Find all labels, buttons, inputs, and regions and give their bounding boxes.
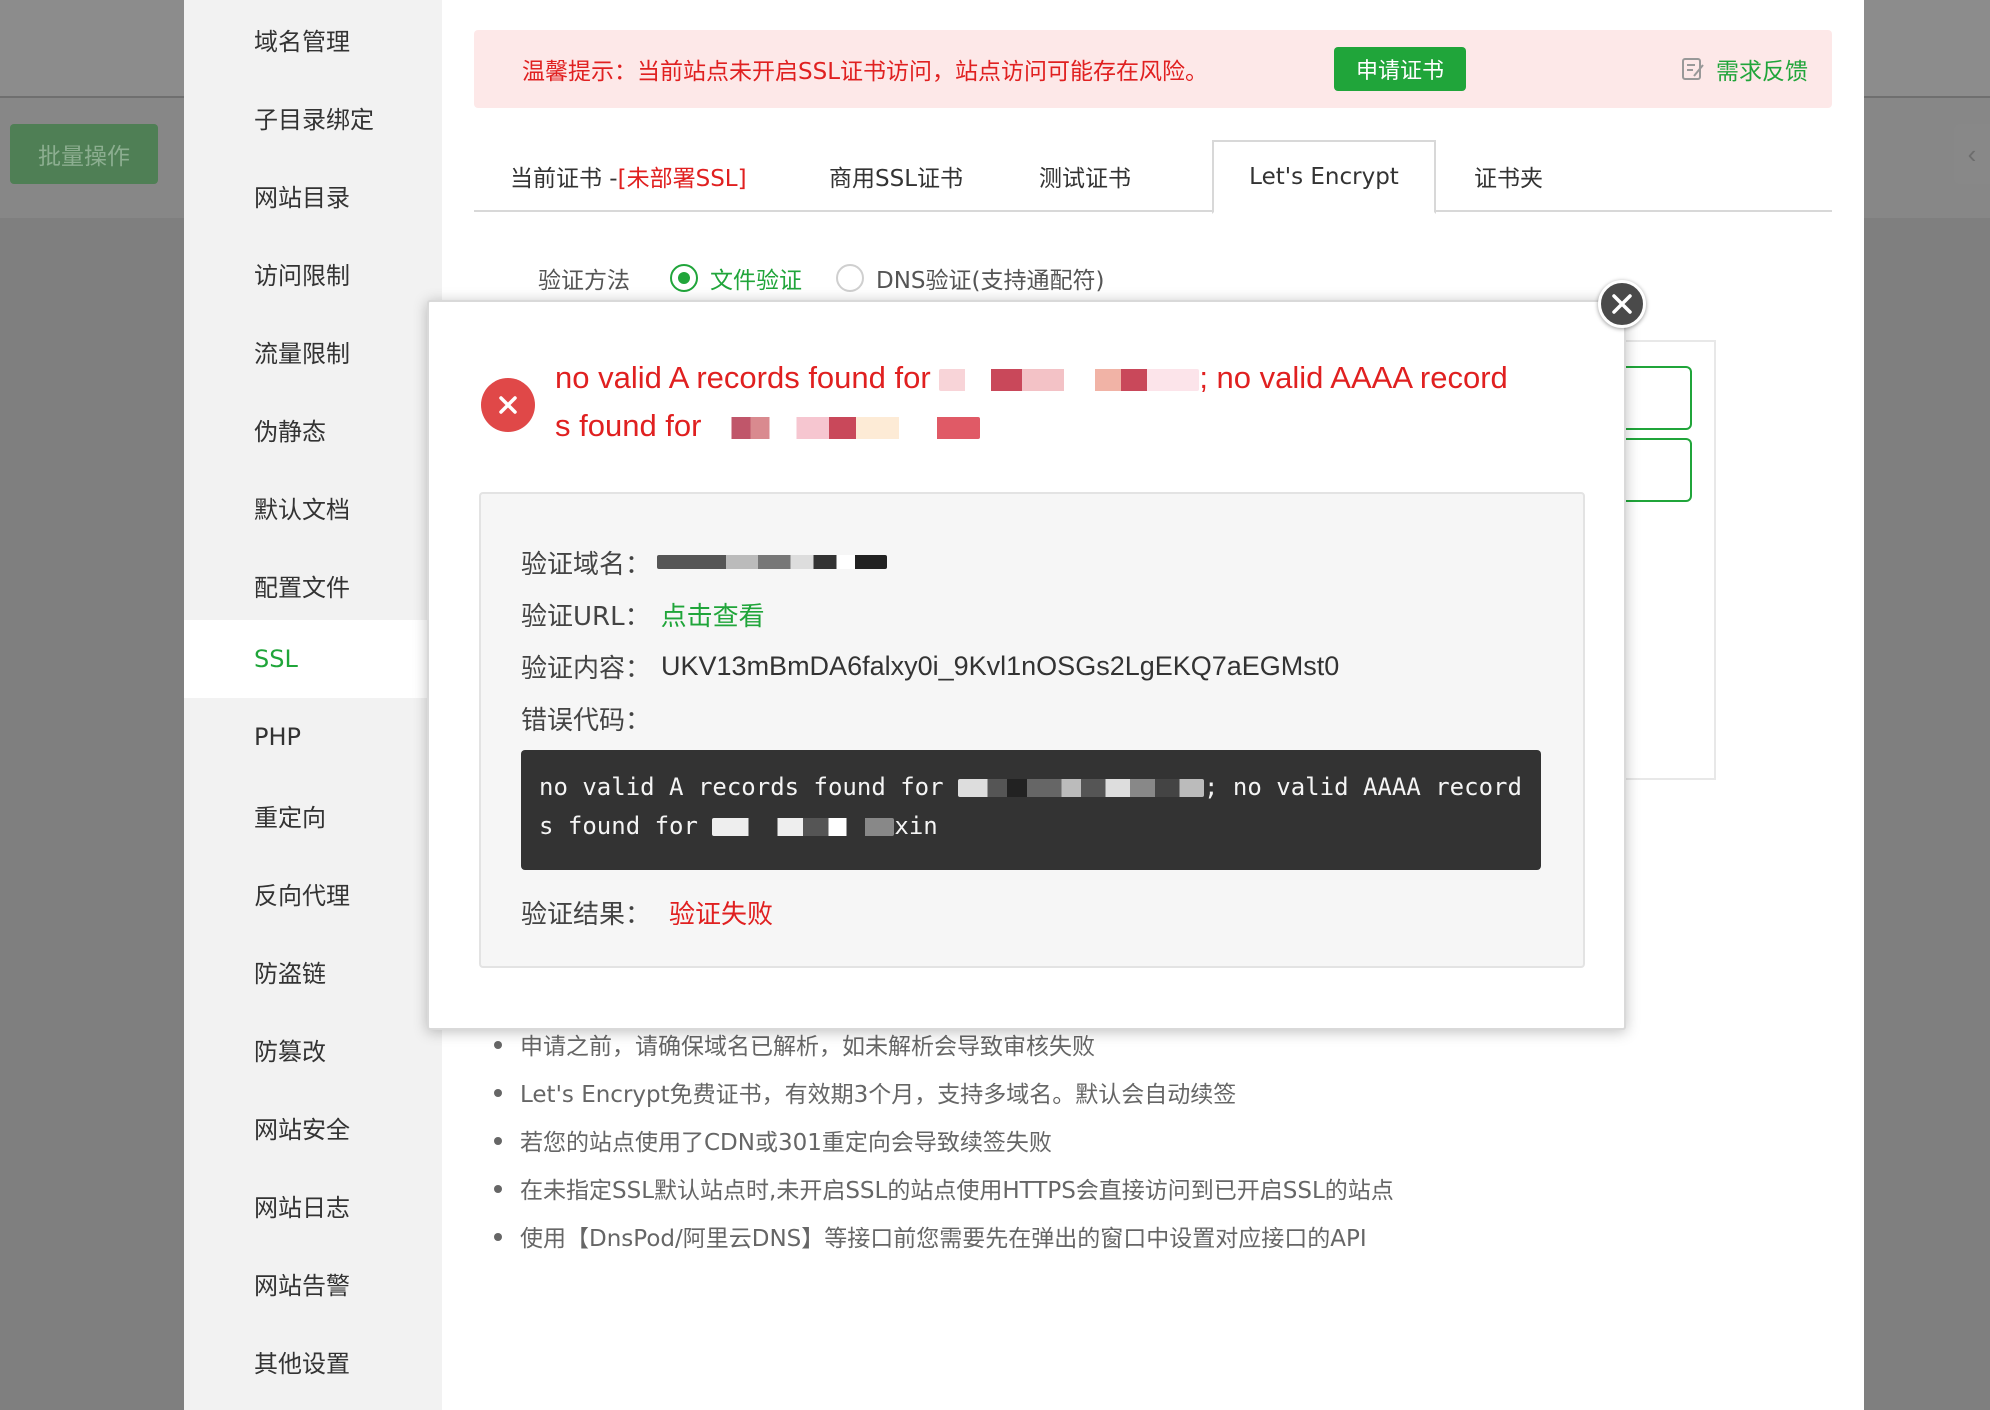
redacted-domain (657, 555, 888, 569)
radio-file-verify[interactable] (670, 264, 698, 292)
redacted-domain (958, 779, 1205, 797)
edit-note-icon (1682, 58, 1704, 80)
tab-commercial-ssl[interactable]: 商用SSL证书 (829, 140, 963, 212)
verify-result-row: 验证结果： 验证失败 (521, 892, 773, 932)
error-code-label-row: 错误代码： (521, 698, 651, 738)
error-code-label: 错误代码： (521, 705, 652, 736)
verify-domain-label: 验证域名： (521, 549, 652, 580)
certificate-tabs: 当前证书 - [未部署SSL] 商用SSL证书 测试证书 Let's Encry… (474, 140, 1832, 214)
tip-item: Let's Encrypt免费证书，有效期3个月，支持多域名。默认会自动续签 (490, 1068, 1790, 1116)
sidebar-item-ssl[interactable]: SSL (184, 620, 442, 698)
sidebar-item-access-limit[interactable]: 访问限制 (184, 234, 442, 312)
verification-detail-box: 验证域名： 验证URL： 点击查看 验证内容： UKV13mBmDA6falxy… (479, 492, 1585, 968)
apply-certificate-button[interactable]: 申请证书 (1334, 47, 1466, 91)
verify-url-label: 验证URL： (521, 601, 651, 632)
tips-list: 申请之前，请确保域名已解析，如未解析会导致审核失败 Let's Encrypt免… (490, 1020, 1790, 1260)
verify-method-label: 验证方法 (538, 268, 630, 294)
verify-result-label: 验证结果： (521, 899, 652, 930)
sidebar-item-php[interactable]: PHP (184, 698, 442, 776)
sidebar-item-alerts[interactable]: 网站告警 (184, 1244, 442, 1322)
sidebar-item-tamper[interactable]: 防篡改 (184, 1010, 442, 1088)
sidebar-item-logs[interactable]: 网站日志 (184, 1166, 442, 1244)
verify-domain-row: 验证域名： (521, 542, 888, 582)
sidebar-item-domain[interactable]: 域名管理 (184, 0, 442, 78)
tab-current-cert-status: [未部署SSL] (617, 166, 747, 192)
sidebar-item-security[interactable]: 网站安全 (184, 1088, 442, 1166)
sidebar-item-hotlink[interactable]: 防盗链 (184, 932, 442, 1010)
sidebar-item-rewrite[interactable]: 伪静态 (184, 390, 442, 468)
tip-item: 若您的站点使用了CDN或301重定向会导致续签失败 (490, 1116, 1790, 1164)
redacted-domain (712, 818, 895, 836)
verify-content-value: UKV13mBmDA6falxy0i_9Kvl1nOSGs2LgEKQ7aEGM… (661, 650, 1340, 681)
radio-dns-verify[interactable] (836, 264, 864, 292)
dns-verify-label[interactable]: DNS验证(支持通配符) (876, 261, 1104, 295)
sidebar-item-other[interactable]: 其他设置 (184, 1322, 442, 1400)
sidebar-item-site-dir[interactable]: 网站目录 (184, 156, 442, 234)
close-icon (1612, 294, 1632, 314)
alert-text: 温馨提示：当前站点未开启SSL证书访问，站点访问可能存在风险。 (522, 59, 1209, 85)
tab-cert-folder[interactable]: 证书夹 (1474, 140, 1543, 212)
feedback-link[interactable]: 需求反馈 (1680, 30, 1808, 108)
sidebar-item-reverse-proxy[interactable]: 反向代理 (184, 854, 442, 932)
verify-content-row: 验证内容： UKV13mBmDA6falxy0i_9Kvl1nOSGs2LgEK… (521, 646, 1339, 686)
sidebar-item-traffic-limit[interactable]: 流量限制 (184, 312, 442, 390)
sidebar-item-default-doc[interactable]: 默认文档 (184, 468, 442, 546)
verification-error-dialog: no valid A records found for ; no valid … (427, 300, 1626, 1030)
collapse-arrow-icon[interactable]: ‹ (1954, 124, 1990, 184)
sidebar-item-redirect[interactable]: 重定向 (184, 776, 442, 854)
tip-item: 在未指定SSL默认站点时,未开启SSL的站点使用HTTPS会直接访问到已开启SS… (490, 1164, 1790, 1212)
verify-content-label: 验证内容： (521, 653, 652, 684)
view-url-link[interactable]: 点击查看 (661, 596, 765, 633)
file-verify-label[interactable]: 文件验证 (710, 261, 802, 295)
error-code-block: no valid A records found for ; no valid … (521, 750, 1541, 870)
error-icon (481, 378, 535, 432)
feedback-label: 需求反馈 (1716, 59, 1808, 85)
tip-item: 使用【DnsPod/阿里云DNS】等接口前您需要先在弹出的窗口中设置对应接口的A… (490, 1212, 1790, 1260)
error-message: no valid A records found for ; no valid … (555, 360, 1508, 443)
verify-url-row: 验证URL： 点击查看 (521, 594, 765, 634)
verify-method-row: 验证方法 文件验证 DNS验证(支持通配符) (538, 258, 1104, 298)
ssl-warning-alert: 温馨提示：当前站点未开启SSL证书访问，站点访问可能存在风险。 申请证书 需求反… (474, 30, 1832, 108)
tab-current-cert[interactable]: 当前证书 - [未部署SSL] (510, 140, 747, 212)
verify-result-value: 验证失败 (669, 899, 774, 930)
tab-lets-encrypt[interactable]: Let's Encrypt (1212, 140, 1436, 214)
redacted-domain (939, 368, 1200, 391)
close-dialog-button[interactable] (1598, 280, 1646, 328)
tab-current-cert-label: 当前证书 - (510, 166, 618, 192)
settings-sidebar: 域名管理 子目录绑定 网站目录 访问限制 流量限制 伪静态 默认文档 配置文件 … (184, 0, 442, 1410)
sidebar-item-subdir[interactable]: 子目录绑定 (184, 78, 442, 156)
tab-test-cert[interactable]: 测试证书 (1039, 140, 1131, 212)
redacted-domain (710, 416, 981, 439)
batch-operation-button[interactable]: 批量操作 (10, 124, 158, 184)
sidebar-item-config-file[interactable]: 配置文件 (184, 546, 442, 624)
